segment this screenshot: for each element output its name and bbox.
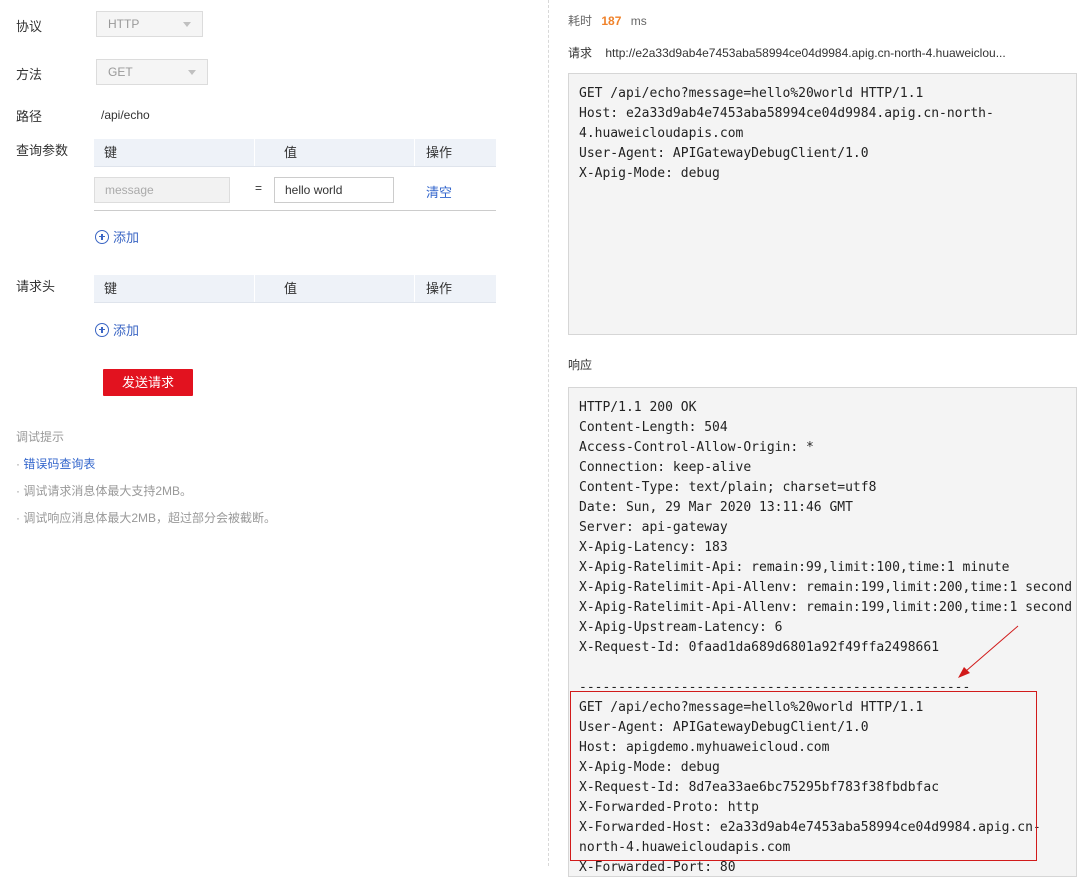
plus-circle-icon <box>95 322 109 337</box>
duration-label: 耗时 <box>568 14 593 28</box>
code-line: Date: Sun, 29 Mar 2020 13:11:46 GMT <box>579 500 853 515</box>
request-headers-label: 请求头 <box>16 279 56 294</box>
query-value-input[interactable]: hello world <box>274 177 394 203</box>
code-line: User-Agent: APIGatewayDebugClient/1.0 <box>579 720 869 735</box>
code-line: X-Request-Id: 0faad1da689d6801a92f49ffa2… <box>579 640 940 655</box>
protocol-value: HTTP <box>108 17 140 31</box>
duration-unit: ms <box>630 14 647 28</box>
code-line: HTTP/1.1 200 OK <box>579 400 697 415</box>
method-value: GET <box>108 65 133 79</box>
column-divider <box>254 275 255 302</box>
duration-row: 耗时 187 ms <box>568 12 647 29</box>
code-line: Content-Length: 504 <box>579 420 728 435</box>
chevron-down-icon <box>188 70 196 75</box>
request-label: 请求 <box>568 46 593 60</box>
tip-item: · 错误码查询表 <box>16 455 95 472</box>
duration-value: 187 <box>601 14 622 28</box>
code-line: X-Apig-Ratelimit-Api: remain:99,limit:10… <box>579 560 1010 575</box>
code-line: X-Forwarded-Proto: http <box>579 800 760 815</box>
column-value: 值 <box>284 281 298 296</box>
clear-link[interactable]: 清空 <box>426 182 452 201</box>
path-value: /api/echo <box>101 108 150 122</box>
tip-item: · 调试响应消息体最大2MB，超过部分会被截断。 <box>16 509 276 526</box>
method-label: 方法 <box>16 67 43 82</box>
tip-text: 调试响应消息体最大2MB，超过部分会被截断。 <box>23 511 277 525</box>
code-line: Connection: keep-alive <box>579 460 752 475</box>
query-key-placeholder: message <box>105 183 154 197</box>
column-key: 键 <box>104 281 118 296</box>
code-line: north-4.huaweicloudapis.com <box>579 840 791 855</box>
method-select[interactable]: GET <box>96 59 208 85</box>
query-key-input[interactable]: message <box>94 177 230 203</box>
code-line: GET /api/echo?message=hello%20world HTTP… <box>579 700 924 715</box>
code-line: X-Apig-Ratelimit-Api-Allenv: remain:199,… <box>579 580 1073 595</box>
annotation-arrow-icon <box>958 625 1019 678</box>
request-url-row: 请求 http://e2a33d9ab4e7453aba58994ce04d99… <box>568 44 1006 61</box>
query-params-label: 查询参数 <box>16 143 69 158</box>
code-line: User-Agent: APIGatewayDebugClient/1.0 <box>579 146 869 161</box>
code-line: Host: apigdemo.myhuaweicloud.com <box>579 740 830 755</box>
column-action: 操作 <box>426 145 453 160</box>
tips-title: 调试提示 <box>16 430 65 444</box>
add-query-param-button[interactable]: 添加 <box>95 227 139 246</box>
query-value-text: hello world <box>285 183 343 197</box>
add-label: 添加 <box>113 230 140 245</box>
protocol-label: 协议 <box>16 19 43 34</box>
code-line: X-Apig-Upstream-Latency: 6 <box>579 620 783 635</box>
headers-table-header: 键 值 操作 <box>94 275 496 303</box>
column-divider <box>414 139 415 166</box>
code-line: X-Apig-Mode: debug <box>579 166 720 181</box>
request-url: http://e2a33d9ab4e7453aba58994ce04d9984.… <box>605 46 1006 60</box>
column-action: 操作 <box>426 281 453 296</box>
tip-text: 调试请求消息体最大支持2MB。 <box>23 484 193 498</box>
code-line: ----------------------------------------… <box>579 680 971 695</box>
add-label: 添加 <box>113 323 140 338</box>
code-line: 4.huaweicloudapis.com <box>579 126 744 141</box>
plus-circle-icon <box>95 229 109 244</box>
error-code-link[interactable]: 错误码查询表 <box>23 457 95 471</box>
equals-sign: = <box>255 181 263 195</box>
chevron-down-icon <box>183 22 191 27</box>
code-line: X-Apig-Mode: debug <box>579 760 720 775</box>
column-value: 值 <box>284 145 298 160</box>
code-line: X-Request-Id: 8d7ea33ae6bc75295bf783f38f… <box>579 780 940 795</box>
code-line: X-Forwarded-Host: e2a33d9ab4e7453aba5899… <box>579 820 1041 835</box>
code-line: Content-Type: text/plain; charset=utf8 <box>579 480 877 495</box>
path-label: 路径 <box>16 109 43 124</box>
code-line: Access-Control-Allow-Origin: * <box>579 440 814 455</box>
tip-item: · 调试请求消息体最大支持2MB。 <box>16 482 192 499</box>
code-line: GET /api/echo?message=hello%20world HTTP… <box>579 86 924 101</box>
code-line: X-Forwarded-Port: 80 <box>579 860 736 875</box>
send-request-button[interactable]: 发送请求 <box>103 369 193 396</box>
code-line: X-Apig-Latency: 183 <box>579 540 728 555</box>
code-line: X-Apig-Ratelimit-Api-Allenv: remain:199,… <box>579 600 1073 615</box>
code-line: Server: api-gateway <box>579 520 728 535</box>
panel-divider <box>548 0 549 866</box>
row-divider <box>94 210 496 211</box>
response-label: 响应 <box>568 358 593 372</box>
column-divider <box>414 275 415 302</box>
request-message-box: GET /api/echo?message=hello%20world HTTP… <box>568 73 1077 335</box>
column-divider <box>254 139 255 166</box>
code-line: Host: e2a33d9ab4e7453aba58994ce04d9984.a… <box>579 106 994 121</box>
add-header-button[interactable]: 添加 <box>95 320 139 339</box>
protocol-select[interactable]: HTTP <box>96 11 203 37</box>
column-key: 键 <box>104 145 118 160</box>
query-table-header: 键 值 操作 <box>94 139 496 167</box>
